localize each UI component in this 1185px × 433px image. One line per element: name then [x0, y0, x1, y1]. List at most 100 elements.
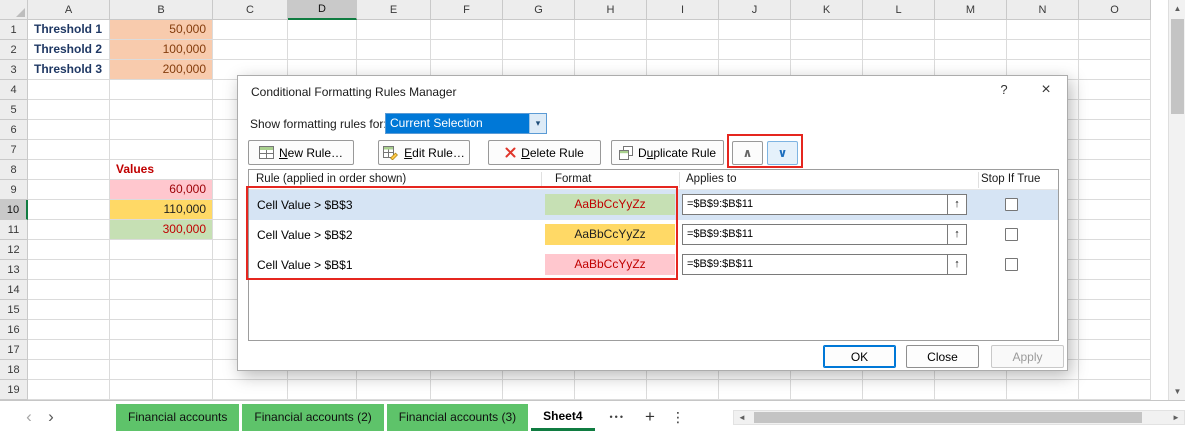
grid-cell[interactable] — [288, 20, 357, 40]
cell-B11[interactable]: 300,000 — [110, 220, 213, 240]
grid-cell[interactable] — [28, 380, 110, 400]
column-header-F[interactable]: F — [431, 0, 503, 20]
scroll-up-icon[interactable]: ▲ — [1169, 0, 1185, 17]
prev-sheet-button[interactable]: ‹ — [18, 407, 40, 427]
row-header-19[interactable]: 19 — [0, 380, 28, 400]
edit-rule-button[interactable]: Edit Rule… — [378, 140, 470, 165]
grid-cell[interactable] — [357, 40, 431, 60]
grid-cell[interactable] — [1079, 220, 1151, 240]
row-header-2[interactable]: 2 — [0, 40, 28, 60]
applies-to-field[interactable]: =$B$9:$B$11 ↑ — [682, 194, 967, 215]
cell-A3[interactable]: Threshold 3 — [28, 60, 110, 80]
range-picker-button[interactable]: ↑ — [947, 195, 966, 214]
grid-cell[interactable] — [719, 40, 791, 60]
grid-cell[interactable] — [1079, 100, 1151, 120]
grid-cell[interactable] — [110, 100, 213, 120]
cell-A2[interactable]: Threshold 2 — [28, 40, 110, 60]
row-header-12[interactable]: 12 — [0, 240, 28, 260]
close-icon[interactable]: × — [1034, 80, 1058, 100]
grid-cell[interactable] — [1079, 300, 1151, 320]
grid-cell[interactable] — [1079, 380, 1151, 400]
grid-cell[interactable] — [110, 300, 213, 320]
grid-cell[interactable] — [28, 360, 110, 380]
row-header-13[interactable]: 13 — [0, 260, 28, 280]
cell-B2[interactable]: 100,000 — [110, 40, 213, 60]
horizontal-scroll-track[interactable] — [750, 411, 1168, 424]
grid-cell[interactable] — [719, 380, 791, 400]
cell-B1[interactable]: 50,000 — [110, 20, 213, 40]
column-header-M[interactable]: M — [935, 0, 1007, 20]
grid-cell[interactable] — [110, 260, 213, 280]
grid-cell[interactable] — [213, 40, 288, 60]
grid-cell[interactable] — [1079, 60, 1151, 80]
grid-cell[interactable] — [110, 340, 213, 360]
close-button[interactable]: Close — [906, 345, 979, 368]
grid-cell[interactable] — [431, 40, 503, 60]
grid-cell[interactable] — [288, 380, 357, 400]
grid-cell[interactable] — [1079, 260, 1151, 280]
all-sheets-menu-icon[interactable]: ⋮ — [671, 409, 685, 426]
chevron-down-icon[interactable]: ▾ — [529, 114, 546, 133]
row-header-18[interactable]: 18 — [0, 360, 28, 380]
grid-cell[interactable] — [28, 340, 110, 360]
grid-cell[interactable] — [791, 20, 863, 40]
grid-cell[interactable] — [28, 240, 110, 260]
add-sheet-button[interactable]: + — [641, 407, 659, 427]
row-header-17[interactable]: 17 — [0, 340, 28, 360]
grid-cell[interactable] — [791, 380, 863, 400]
column-header-C[interactable]: C — [213, 0, 288, 20]
horizontal-scroll-thumb[interactable] — [754, 412, 1142, 423]
grid-cell[interactable] — [863, 380, 935, 400]
grid-cell[interactable] — [213, 380, 288, 400]
grid-cell[interactable] — [1079, 80, 1151, 100]
grid-cell[interactable] — [1079, 200, 1151, 220]
grid-cell[interactable] — [28, 280, 110, 300]
grid-cell[interactable] — [28, 160, 110, 180]
range-picker-button[interactable]: ↑ — [947, 225, 966, 244]
applies-to-field[interactable]: =$B$9:$B$11 ↑ — [682, 224, 967, 245]
column-header-N[interactable]: N — [1007, 0, 1079, 20]
stop-if-true-checkbox[interactable] — [1005, 198, 1018, 211]
grid-cell[interactable] — [503, 40, 575, 60]
row-header-3[interactable]: 3 — [0, 60, 28, 80]
row-header-9[interactable]: 9 — [0, 180, 28, 200]
grid-cell[interactable] — [28, 180, 110, 200]
stop-if-true-checkbox[interactable] — [1005, 228, 1018, 241]
cell-B10[interactable]: 110,000 — [110, 200, 213, 220]
vertical-scrollbar[interactable]: ▲ ▼ — [1168, 0, 1185, 400]
cell-B3[interactable]: 200,000 — [110, 60, 213, 80]
grid-cell[interactable] — [791, 40, 863, 60]
row-header-8[interactable]: 8 — [0, 160, 28, 180]
grid-cell[interactable] — [1007, 40, 1079, 60]
grid-cell[interactable] — [110, 280, 213, 300]
grid-cell[interactable] — [28, 120, 110, 140]
grid-cell[interactable] — [503, 20, 575, 40]
grid-cell[interactable] — [1079, 240, 1151, 260]
grid-cell[interactable] — [935, 20, 1007, 40]
grid-cell[interactable] — [213, 20, 288, 40]
grid-cell[interactable] — [1079, 140, 1151, 160]
row-header-14[interactable]: 14 — [0, 280, 28, 300]
column-header-A[interactable]: A — [28, 0, 110, 20]
column-header-O[interactable]: O — [1079, 0, 1151, 20]
column-header-L[interactable]: L — [863, 0, 935, 20]
grid-cell[interactable] — [575, 40, 647, 60]
grid-cell[interactable] — [28, 300, 110, 320]
grid-cell[interactable] — [863, 20, 935, 40]
scroll-right-icon[interactable]: ► — [1168, 411, 1184, 424]
next-sheet-button[interactable]: › — [40, 407, 62, 427]
row-header-16[interactable]: 16 — [0, 320, 28, 340]
column-header-I[interactable]: I — [647, 0, 719, 20]
ok-button[interactable]: OK — [823, 345, 896, 368]
grid-cell[interactable] — [1079, 360, 1151, 380]
rule-row[interactable]: Cell Value > $B$1 AaBbCcYyZz =$B$9:$B$11 ↑ — [249, 250, 1058, 280]
stop-if-true-checkbox[interactable] — [1005, 258, 1018, 271]
vertical-scroll-thumb[interactable] — [1171, 19, 1184, 114]
help-icon[interactable]: ? — [994, 82, 1014, 100]
range-picker-button[interactable]: ↑ — [947, 255, 966, 274]
column-header-G[interactable]: G — [503, 0, 575, 20]
row-header-10[interactable]: 10 — [0, 200, 28, 220]
grid-cell[interactable] — [110, 80, 213, 100]
row-header-11[interactable]: 11 — [0, 220, 28, 240]
grid-cell[interactable] — [1079, 20, 1151, 40]
